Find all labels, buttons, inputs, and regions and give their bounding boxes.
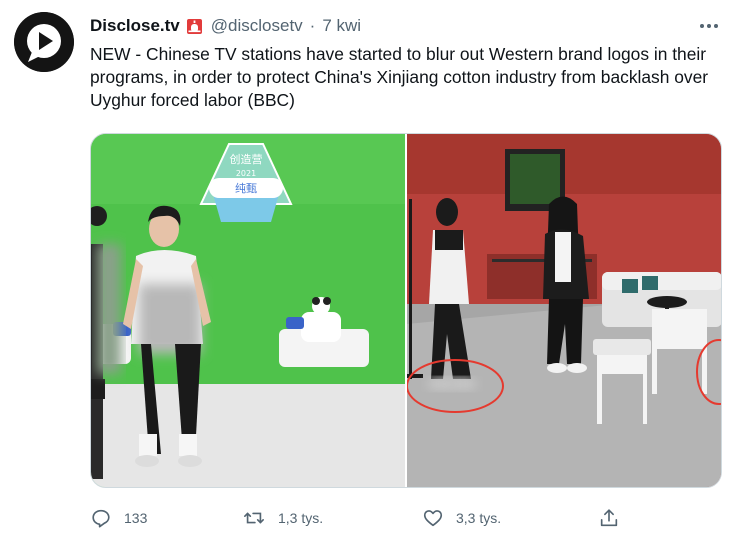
share-button[interactable] — [598, 507, 620, 529]
media-photo-left[interactable]: 创造营 2021 纯甄 — [91, 134, 405, 487]
tweet[interactable]: Disclose.tv @disclosetv · 7 kwi NEW - Ch… — [0, 0, 740, 542]
siren-emoji-icon — [186, 18, 203, 35]
sign-text: 创造营 — [230, 152, 263, 166]
heart-icon — [423, 510, 443, 527]
retweet-count: 1,3 tys. — [278, 510, 324, 526]
retweet-button[interactable]: 1,3 tys. — [242, 507, 323, 529]
avatar[interactable] — [14, 12, 74, 72]
timestamp[interactable]: 7 kwi — [322, 16, 361, 36]
separator: · — [309, 16, 316, 35]
disclose-logo-icon — [14, 12, 74, 72]
sign-year: 2021 — [236, 169, 256, 178]
red-studio-photo — [407, 134, 721, 487]
reply-button[interactable]: 133 — [90, 507, 147, 529]
tweet-header: Disclose.tv @disclosetv · 7 kwi — [90, 13, 720, 39]
tweet-text: NEW - Chinese TV stations have started t… — [90, 44, 709, 110]
green-screen-photo: 创造营 2021 纯甄 — [91, 134, 405, 487]
like-count: 3,3 tys. — [456, 510, 502, 526]
retweet-icon — [244, 512, 264, 524]
reply-count: 133 — [124, 510, 148, 526]
sign-sub: 纯甄 — [235, 182, 257, 195]
author-handle[interactable]: @disclosetv — [211, 16, 303, 36]
tweet-actions: 133 1,3 tys. 3,3 tys. — [90, 504, 630, 532]
author-name[interactable]: Disclose.tv — [90, 16, 180, 36]
tweet-media[interactable]: 创造营 2021 纯甄 — [90, 133, 722, 488]
media-photo-right[interactable] — [407, 134, 721, 487]
share-icon — [600, 509, 618, 527]
like-button[interactable]: 3,3 tys. — [422, 507, 501, 529]
reply-icon — [92, 509, 110, 528]
more-dots-icon[interactable] — [698, 15, 720, 37]
